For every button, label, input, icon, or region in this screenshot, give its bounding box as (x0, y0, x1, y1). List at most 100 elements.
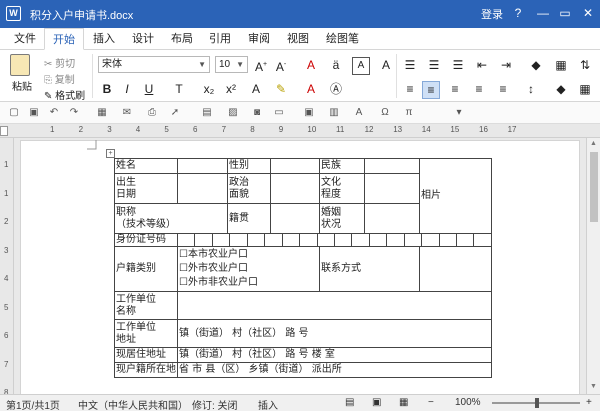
document-page[interactable]: + 姓名 性别 民族 相片 出生 日期 政治 面貌 文化 程度 职称 （技术等级… (20, 140, 580, 394)
current-address-field[interactable]: 镇（街道） 村（社区） 路 号 楼 室 (177, 347, 492, 363)
enclose-char-icon[interactable]: Ⓐ (327, 81, 345, 97)
char-border-icon[interactable]: A (352, 57, 370, 75)
justify-icon[interactable]: ≡ (470, 81, 488, 97)
shrink-font-icon[interactable]: A- (272, 57, 290, 75)
id-digit-box[interactable] (335, 234, 353, 246)
subscript-icon[interactable]: x₂ (200, 81, 218, 97)
help-icon[interactable]: ? (507, 2, 529, 24)
bullets-icon[interactable]: ☰ (401, 57, 419, 73)
italic-icon[interactable]: I (118, 81, 136, 97)
id-digit-box[interactable] (178, 234, 196, 246)
tab-references[interactable]: 引用 (201, 28, 239, 50)
grow-font-icon[interactable]: A+ (252, 57, 270, 75)
id-digit-box[interactable] (387, 234, 405, 246)
id-digit-box[interactable] (405, 234, 423, 246)
ethnicity-field[interactable] (364, 158, 420, 174)
equation-icon[interactable]: π (402, 106, 416, 120)
symbol-icon[interactable]: Ω (378, 106, 392, 120)
zoom-slider-thumb[interactable] (535, 398, 539, 408)
borders-icon[interactable]: ▦ (552, 57, 570, 73)
paragraph-shading-icon[interactable]: ◆ (552, 81, 570, 97)
restore-icon[interactable]: ▭ (554, 2, 576, 24)
page-count[interactable]: 第1页/共1页 (6, 397, 60, 411)
employer-name-field[interactable] (177, 291, 492, 320)
insert-table-icon[interactable]: ▤ (200, 106, 214, 120)
sort-icon[interactable]: ⇅ (576, 57, 594, 73)
employer-address-field[interactable]: 镇（街道） 村（社区） 路 号 (177, 319, 492, 348)
tab-file[interactable]: 文件 (6, 28, 44, 50)
undo-icon[interactable]: ↶ (47, 106, 61, 120)
increase-indent-icon[interactable]: ⇥ (497, 57, 515, 73)
id-digit-box[interactable] (474, 234, 490, 246)
native-place-field[interactable] (270, 203, 320, 234)
font-color-2-icon[interactable]: A (302, 81, 320, 97)
align-center-icon[interactable]: ≡ (422, 81, 440, 99)
web-layout-icon[interactable]: ▦ (399, 397, 408, 408)
text-effects-icon[interactable]: A (247, 81, 265, 97)
decrease-indent-icon[interactable]: ⇤ (473, 57, 491, 73)
print-icon[interactable]: ⎙ (145, 106, 159, 120)
new-doc-icon[interactable]: ▢ (7, 106, 21, 120)
hukou-options[interactable]: ☐本市农业户口 ☐外市农业户口 ☐外市非农业户口 (177, 246, 320, 292)
id-digit-box[interactable] (195, 234, 213, 246)
shading-icon[interactable]: ◆ (527, 57, 545, 73)
screenshot-icon[interactable]: ◙ (250, 106, 264, 120)
email-icon[interactable]: ✉ (120, 106, 134, 120)
close-icon[interactable]: ✕ (577, 2, 599, 24)
vertical-scrollbar[interactable]: ▲ ▼ (586, 138, 600, 394)
customize-qat-icon[interactable]: ▾ (452, 106, 466, 120)
birth-date-field[interactable] (177, 173, 228, 204)
id-digit-box[interactable] (318, 234, 335, 246)
tab-layout[interactable]: 布局 (163, 28, 201, 50)
insert-mode-status[interactable]: 插入 (258, 397, 278, 411)
paste-icon[interactable] (10, 54, 30, 76)
tab-draw[interactable]: 绘图笔 (318, 28, 367, 50)
pinyin-icon[interactable]: ä (327, 57, 345, 73)
zoom-out-icon[interactable]: − (428, 397, 434, 408)
photo-cell[interactable]: 相片 (419, 158, 492, 234)
id-digit-box[interactable] (265, 234, 283, 246)
horizontal-ruler[interactable]: 1 2 3 4 5 6 7 8 9 10 11 12 13 14 15 16 17 (0, 124, 600, 138)
id-digit-box[interactable] (422, 234, 440, 246)
underline-icon[interactable]: U (140, 81, 158, 97)
table-icon[interactable]: ▦ (95, 106, 109, 120)
id-number-field[interactable] (177, 233, 492, 247)
language-status[interactable]: 中文（中华人民共和国） (78, 397, 188, 411)
id-digit-box[interactable] (370, 234, 388, 246)
zoom-in-icon[interactable]: + (586, 397, 592, 408)
paragraph-borders-icon[interactable]: ▦ (576, 81, 594, 97)
zoom-level[interactable]: 100% (455, 397, 481, 408)
scroll-up-icon[interactable]: ▲ (590, 140, 597, 147)
scroll-thumb[interactable] (590, 152, 598, 222)
picture-icon[interactable]: ▨ (226, 106, 240, 120)
hukou-option-other-urban[interactable]: ☐外市非农业户口 (179, 276, 318, 290)
smartart-icon[interactable]: ▣ (302, 106, 316, 120)
tab-stop-selector[interactable] (0, 126, 8, 136)
name-field[interactable] (177, 158, 228, 174)
print-layout-icon[interactable]: ▣ (372, 397, 381, 408)
political-status-field[interactable] (270, 173, 320, 204)
tab-home[interactable]: 开始 (44, 28, 84, 50)
track-changes-status[interactable]: 修订: 关闭 (192, 397, 238, 411)
pointer-icon[interactable]: ➚ (168, 106, 182, 120)
format-painter-button[interactable]: ✎ 格式刷 (44, 87, 85, 102)
id-digit-box[interactable] (457, 234, 475, 246)
tab-review[interactable]: 审阅 (240, 28, 278, 50)
minimize-icon[interactable]: — (532, 2, 554, 24)
tab-insert[interactable]: 插入 (85, 28, 123, 50)
id-digit-box[interactable] (352, 234, 370, 246)
bold-icon[interactable]: B (98, 81, 116, 97)
distribute-icon[interactable]: ≡ (494, 81, 512, 97)
id-digit-box[interactable] (248, 234, 266, 246)
tab-view[interactable]: 视图 (279, 28, 317, 50)
hukou-address-field[interactable]: 省 市 县（区） 乡镇（街道） 派出所 (177, 362, 492, 378)
hukou-option-local-rural[interactable]: ☐本市农业户口 (179, 248, 318, 262)
education-field[interactable] (364, 173, 420, 204)
gender-field[interactable] (270, 158, 320, 174)
table-move-handle[interactable]: + (106, 149, 115, 158)
align-left-icon[interactable]: ≡ (401, 81, 419, 97)
login-link[interactable]: 登录 (481, 6, 503, 22)
id-digit-box[interactable] (440, 234, 457, 246)
numbering-icon[interactable]: ☰ (425, 57, 443, 73)
read-mode-icon[interactable]: ▤ (345, 397, 354, 408)
